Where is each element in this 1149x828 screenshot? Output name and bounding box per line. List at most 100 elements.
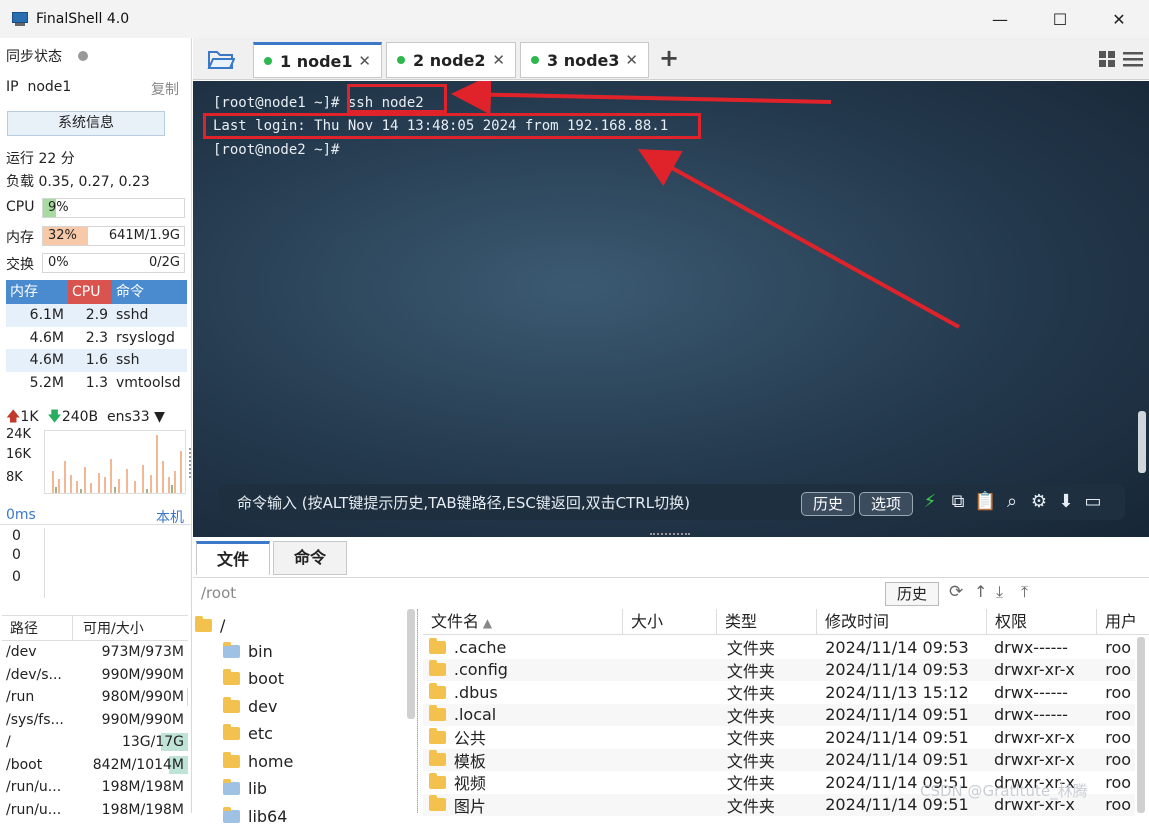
add-tab-button[interactable]: + [659,44,679,72]
header-permission[interactable]: 权限 [987,609,1097,634]
layout-grid-icon[interactable] [1098,50,1116,72]
maximize-button[interactable]: ☐ [1030,0,1090,38]
table-row[interactable]: /dev/s... 990M/990M [2,664,188,687]
latency-readout: 0 [12,547,21,563]
net-download: 240B [61,409,99,425]
file-panel: 文件 命令 /root 历史 ⟳ ↑ ⤓ ⤒ / bin boot dev et… [193,537,1149,826]
file-row[interactable]: 公共 文件夹 2024/11/14 09:51 drwxr-xr-x roo [423,726,1135,749]
net-ytick: 24K [6,427,32,442]
table-row[interactable]: /sys/fs... 990M/990M [2,709,188,732]
header-filename[interactable]: 文件名 ▲ [423,609,623,634]
table-row[interactable]: /run/u... 198M/198M [2,776,188,799]
path-input[interactable]: /root [201,584,236,602]
tree-item[interactable]: home [223,749,293,773]
mem-label: 内存 [6,230,34,246]
paste-icon[interactable]: 📋 [974,491,996,513]
table-row[interactable]: 4.6M 1.6 ssh [6,349,187,372]
sync-status-dot-icon [78,51,89,61]
download-icon[interactable]: ⬇ [1055,491,1077,513]
folder-icon [429,727,446,744]
upload-arrow-icon: 🡅 [6,409,21,425]
close-tab-icon[interactable]: ✕ [358,52,371,70]
disk-header-size[interactable]: 可用/大小 [72,616,188,640]
folder-icon [223,751,240,768]
file-row[interactable]: .cache 文件夹 2024/11/14 09:53 drwx------ roo [423,636,1135,659]
pane-splitter[interactable] [650,533,690,536]
sidebar-resize-handle[interactable] [189,448,191,478]
lightning-icon[interactable]: ⚡ [919,491,941,513]
table-row[interactable]: /run/u... 198M/198M [2,799,188,822]
table-row[interactable]: /13G/17G [2,731,188,754]
tab-node1[interactable]: 1 node1 ✕ [253,42,382,78]
tree-item[interactable]: lib [223,776,267,800]
command-input-bar[interactable]: 命令输入 (按ALT键提示历史,TAB键路径,ESC键返回,双击CTRL切换) … [219,484,1125,520]
refresh-icon[interactable]: ⟳ [949,582,963,602]
header-type[interactable]: 类型 [717,609,817,634]
tree-item[interactable]: boot [223,666,284,690]
command-input[interactable]: 命令输入 (按ALT键提示历史,TAB键路径,ESC键返回,双击CTRL切换) [237,492,690,513]
window-icon[interactable]: ▭ [1082,491,1104,513]
gear-icon[interactable]: ⚙ [1028,491,1050,513]
minimize-button[interactable]: — [970,0,1030,38]
table-row[interactable]: 4.6M 2.3 rsyslogd [6,327,187,350]
tab-files[interactable]: 文件 [196,541,270,575]
tab-node3[interactable]: 3 node3 ✕ [520,42,649,78]
tree-item[interactable]: bin [223,639,273,663]
open-folder-button[interactable] [207,48,236,74]
file-list-scrollbar[interactable] [1137,637,1145,813]
table-row[interactable]: /dev 973M/973M [2,641,188,664]
tree-item-root[interactable]: / [195,613,225,637]
tree-item[interactable]: lib64 [223,804,287,828]
process-header-mem[interactable]: 内存 [6,280,68,304]
tree-item[interactable]: etc [223,721,273,745]
disk-table: 路径 可用/大小 /dev 973M/973M /dev/s... 990M/990… [2,615,188,821]
copy-ip-button[interactable]: 复制 [151,79,179,99]
header-user[interactable]: 用户 [1097,609,1149,634]
header-size[interactable]: 大小 [623,609,717,634]
tab-node2[interactable]: 2 node2 ✕ [386,42,516,78]
search-icon[interactable]: ⌕ [1001,491,1023,513]
upload-file-icon[interactable]: ⤒ [1021,582,1028,602]
options-button[interactable]: 选项 [859,492,913,516]
table-row[interactable]: 6.1M 2.9 sshd [6,304,187,327]
table-row[interactable]: 5.2M 1.3 vmtoolsd [6,372,187,395]
folder-icon [223,723,240,740]
download-file-icon[interactable]: ⤓ [996,582,1003,602]
tree-scrollbar[interactable] [407,609,415,719]
tree-item[interactable]: dev [223,694,277,718]
swap-meter: 0% 0/2G [42,253,185,273]
close-tab-icon[interactable]: ✕ [625,51,638,69]
tab-commands[interactable]: 命令 [273,541,347,575]
disk-header-path[interactable]: 路径 [2,616,72,640]
net-ytick: 16K [6,447,32,462]
file-row[interactable]: .dbus 文件夹 2024/11/13 15:12 drwx------ roo [423,681,1135,704]
annotation-arrows [451,81,960,329]
process-header-cmd[interactable]: 命令 [112,280,187,304]
file-row[interactable]: .config 文件夹 2024/11/14 09:53 drwxr-xr-x roo [423,658,1135,681]
file-row[interactable]: .local 文件夹 2024/11/14 09:51 drwx------ roo [423,703,1135,726]
ip-label: IP node1 [6,79,72,95]
path-history-button[interactable]: 历史 [885,582,939,606]
copy-icon[interactable]: ⧉ [947,491,969,513]
cpu-label: CPU [6,199,35,215]
file-row[interactable]: 模板 文件夹 2024/11/14 09:51 drwxr-xr-x roo [423,748,1135,771]
folder-link-icon [223,641,240,658]
table-row[interactable]: /run 980M/990M [2,686,188,709]
connected-dot-icon [264,57,272,65]
terminal-scrollbar[interactable] [1138,411,1146,473]
menu-icon[interactable] [1123,50,1143,72]
connected-dot-icon [531,56,539,64]
close-window-button[interactable]: ✕ [1089,0,1149,38]
latency-chart [44,528,186,598]
process-header-cpu[interactable]: CPU [68,280,112,304]
table-row[interactable]: /boot 842M/1014M [2,754,188,777]
system-info-button[interactable]: 系统信息 [7,111,165,136]
net-interface-select[interactable]: ens33 ▼ [107,409,165,425]
folder-icon [223,668,240,685]
terminal[interactable]: [root@node1 ~]# ssh node2 Last login: Th… [193,81,1149,537]
close-tab-icon[interactable]: ✕ [492,51,505,69]
disk-usage-bar [186,688,188,706]
history-button[interactable]: 历史 [801,492,855,516]
header-mtime[interactable]: 修改时间 [817,609,987,634]
up-dir-icon[interactable]: ↑ [974,582,987,601]
